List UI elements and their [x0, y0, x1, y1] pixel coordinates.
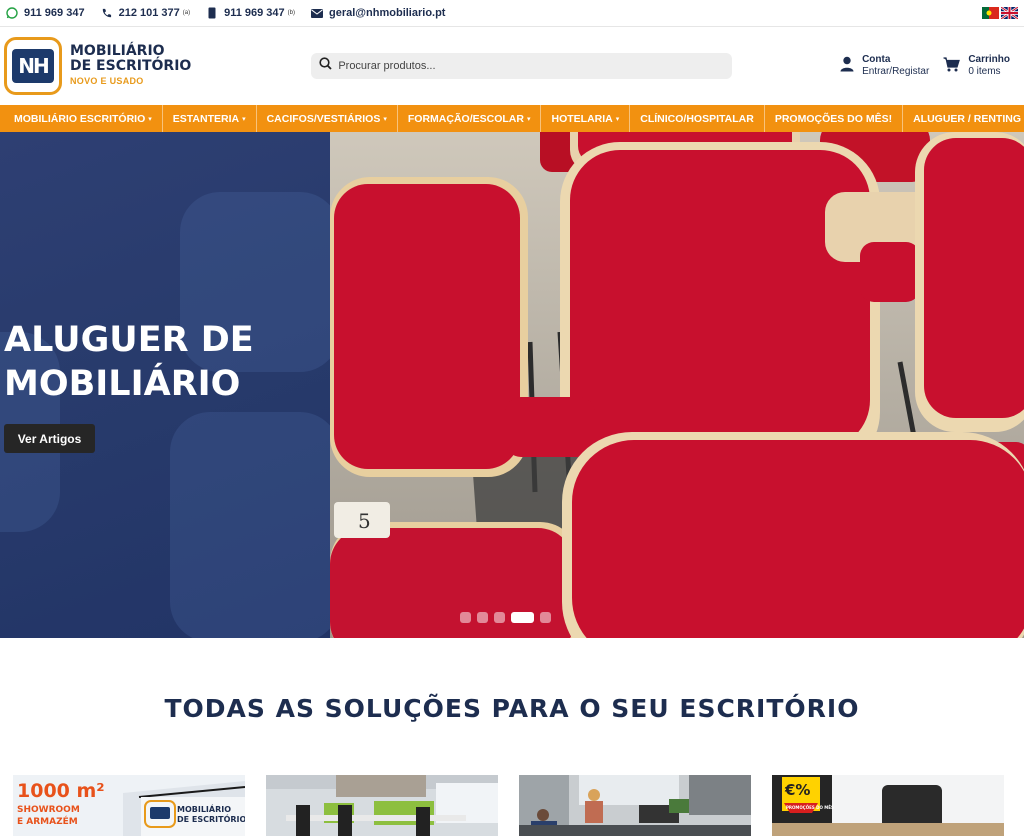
logo-line-2: DE ESCRITÓRIO	[70, 57, 192, 74]
slider-dot[interactable]	[477, 612, 488, 623]
card1-label1: SHOWROOM	[17, 805, 80, 815]
category-card-promotions[interactable]: €% PROMOÇÕES DO MÊS	[772, 775, 1004, 836]
site-logo[interactable]: NH MOBILIÁRIO DE ESCRITÓRIO NOVO E USADO	[4, 37, 191, 95]
view-items-button[interactable]: Ver Artigos	[4, 424, 95, 453]
nav-label: PROMOÇÕES DO MÊS!	[774, 112, 893, 125]
category-cards: MOBILIÁRIO DE ESCRITÓRIO 1000 m² SHOWROO…	[13, 775, 1004, 836]
account-subtitle: Entrar/Registar	[862, 66, 930, 77]
red-chairs-illustration: 5	[330, 132, 1024, 638]
background-blur-shape	[170, 412, 330, 638]
site-header: NH MOBILIÁRIO DE ESCRITÓRIO NOVO E USADO…	[0, 27, 1024, 105]
nav-item-clinico-hospitalar[interactable]: CLÍNICO/HOSPITALAR	[630, 105, 765, 132]
nav-label: CACIFOS/VESTIÁRIOS	[266, 112, 381, 125]
seat-number: 5	[358, 509, 371, 533]
card1-label2: E ARMAZÉM	[17, 815, 78, 827]
slider-dot-active[interactable]	[511, 612, 534, 623]
category-card-showroom[interactable]: MOBILIÁRIO DE ESCRITÓRIO 1000 m² SHOWROO…	[13, 775, 245, 836]
whatsapp-contact[interactable]: 911 969 347	[6, 7, 85, 19]
main-nav: MOBILIÁRIO ESCRITÓRIO ▾ ESTANTERIA ▾ CACIF…	[0, 105, 1024, 132]
chevron-down-icon: ▾	[526, 115, 531, 123]
promotions-badge: €%	[784, 781, 810, 799]
phone-note-b: (b)	[287, 10, 296, 16]
mobile-icon	[206, 7, 218, 19]
workspace-image	[519, 775, 751, 836]
cart-link[interactable]: Carrinho 0 items	[943, 54, 1010, 78]
chevron-down-icon: ▾	[615, 115, 620, 123]
card1-area: 1000 m²	[17, 780, 105, 802]
nav-item-hotelaria[interactable]: HOTELARIA ▾	[541, 105, 631, 132]
account-link[interactable]: Conta Entrar/Registar	[840, 54, 929, 78]
top-contact-bar: 911 969 347 212 101 377 (a) 911 969 347 …	[0, 0, 1024, 27]
search-icon[interactable]	[319, 57, 332, 75]
envelope-icon	[311, 7, 324, 19]
nav-label: ESTANTERIA	[172, 112, 240, 125]
nav-item-estanteria[interactable]: ESTANTERIA ▾	[163, 105, 257, 132]
slider-dot[interactable]	[460, 612, 471, 623]
hero-image: 5	[330, 132, 1024, 638]
nav-item-formacao-escolar[interactable]: FORMAÇÃO/ESCOLAR ▾	[398, 105, 542, 132]
nav-item-promocoes[interactable]: PROMOÇÕES DO MÊS!	[765, 105, 904, 132]
user-icon	[840, 56, 854, 76]
category-card-office[interactable]	[266, 775, 498, 836]
phone-note-a: (a)	[182, 10, 191, 16]
phone-number-a: 212 101 377	[118, 7, 180, 19]
cart-count: 0 items	[968, 66, 1001, 77]
hero-title-line-1: ALUGUER DE	[4, 320, 254, 360]
phone-contact-b[interactable]: 911 969 347 (b)	[206, 7, 295, 19]
slider-pagination	[460, 612, 551, 623]
logo-tagline: NOVO E USADO	[70, 75, 144, 86]
office-image	[266, 775, 498, 836]
email-contact[interactable]: geral@nhmobiliario.pt	[311, 7, 445, 19]
whatsapp-number: 911 969 347	[24, 7, 85, 19]
card1-sign-line1: MOBILIÁRIO	[177, 803, 231, 814]
promotions-image: €% PROMOÇÕES DO MÊS	[772, 775, 1004, 836]
logo-text: MOBILIÁRIO DE ESCRITÓRIO NOVO E USADO	[70, 42, 192, 89]
hero-text-panel: ALUGUER DE MOBILIÁRIO Ver Artigos	[0, 132, 330, 638]
hero-slider: ALUGUER DE MOBILIÁRIO Ver Artigos 5	[0, 132, 1024, 638]
whatsapp-icon	[6, 7, 18, 19]
nav-item-aluguer-renting[interactable]: ALUGUER / RENTING	[903, 105, 1024, 132]
phone-number-b: 911 969 347	[224, 7, 285, 19]
account-title: Conta	[862, 54, 891, 65]
section-title: TODAS AS SOLUÇÕES PARA O SEU ESCRITÓRIO	[164, 694, 860, 723]
chevron-down-icon: ▾	[383, 115, 387, 123]
card1-sign-line2: DE ESCRITÓRIO	[177, 813, 245, 824]
phone-icon	[101, 7, 113, 19]
slider-dot[interactable]	[494, 612, 505, 623]
shopping-cart-icon	[943, 56, 961, 76]
nav-label: MOBILIÁRIO ESCRITÓRIO	[14, 112, 146, 125]
logo-mark-text: NH	[12, 49, 54, 83]
portugal-flag-icon[interactable]	[982, 7, 999, 19]
nav-label: CLÍNICO/HOSPITALAR	[640, 112, 754, 125]
logo-mark: NH	[4, 37, 62, 95]
language-switcher	[982, 6, 1019, 20]
chevron-down-icon: ▾	[148, 115, 152, 123]
cart-title: Carrinho	[968, 54, 1010, 65]
search-input[interactable]	[338, 60, 725, 72]
email-address: geral@nhmobiliario.pt	[329, 7, 446, 19]
nav-item-cacifos-vestiarios[interactable]: CACIFOS/VESTIÁRIOS ▾	[257, 105, 398, 132]
slider-dot[interactable]	[540, 612, 551, 623]
nav-label: HOTELARIA	[551, 112, 613, 125]
nav-label: ALUGUER / RENTING	[913, 112, 1021, 125]
promotions-badge-sub: PROMOÇÕES DO MÊS	[786, 805, 834, 810]
chevron-down-icon: ▾	[242, 115, 246, 123]
nav-item-mobiliario-escritorio[interactable]: MOBILIÁRIO ESCRITÓRIO ▾	[4, 105, 163, 132]
showroom-image: MOBILIÁRIO DE ESCRITÓRIO 1000 m² SHOWROO…	[13, 775, 245, 836]
search-bar	[311, 53, 733, 79]
nav-label: FORMAÇÃO/ESCOLAR	[407, 112, 524, 125]
category-card-workspace[interactable]	[519, 775, 751, 836]
hero-title: ALUGUER DE MOBILIÁRIO	[4, 318, 254, 406]
uk-flag-icon[interactable]	[1000, 6, 1019, 20]
logo-line-1: MOBILIÁRIO	[70, 42, 165, 59]
hero-title-line-2: MOBILIÁRIO	[4, 364, 241, 404]
phone-contact-a[interactable]: 212 101 377 (a)	[101, 7, 191, 19]
